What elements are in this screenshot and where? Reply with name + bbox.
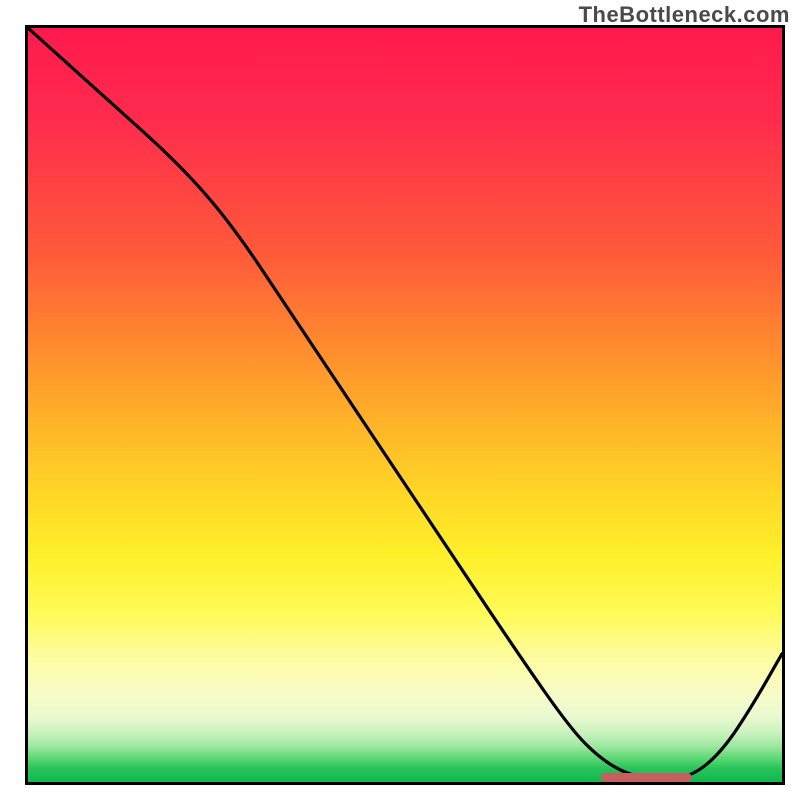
curve-svg xyxy=(28,28,782,782)
bottleneck-curve-path xyxy=(28,28,782,778)
optimum-range-marker xyxy=(601,773,691,782)
chart-plot-area xyxy=(25,25,785,785)
chart-stage: TheBottleneck.com xyxy=(0,0,800,800)
